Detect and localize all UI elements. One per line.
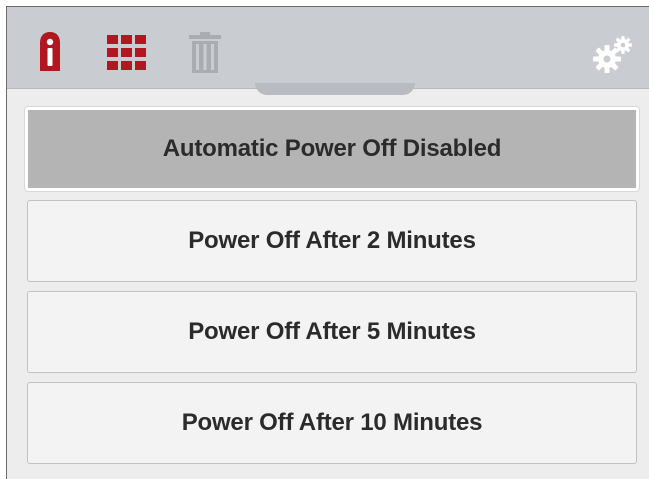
apps-grid-icon[interactable] bbox=[105, 33, 149, 73]
option-label: Power Off After 5 Minutes bbox=[188, 318, 476, 345]
option-power-off-disabled[interactable]: Automatic Power Off Disabled bbox=[25, 107, 639, 191]
option-label: Automatic Power Off Disabled bbox=[162, 135, 502, 162]
toolbar bbox=[7, 7, 649, 89]
option-label: Power Off After 2 Minutes bbox=[188, 227, 476, 254]
power-off-options-list: Automatic Power Off Disabled Power Off A… bbox=[25, 107, 639, 473]
option-label: Power Off After 10 Minutes bbox=[181, 409, 483, 436]
trash-icon[interactable] bbox=[183, 31, 227, 75]
info-icon[interactable] bbox=[37, 31, 63, 73]
option-power-off-10-minutes[interactable]: Power Off After 10 Minutes bbox=[27, 382, 637, 464]
toolbar-pull-tab[interactable] bbox=[255, 83, 415, 95]
option-power-off-5-minutes[interactable]: Power Off After 5 Minutes bbox=[27, 291, 637, 373]
app-window: Automatic Power Off Disabled Power Off A… bbox=[6, 6, 649, 479]
settings-gears-icon[interactable] bbox=[591, 35, 635, 75]
option-power-off-2-minutes[interactable]: Power Off After 2 Minutes bbox=[27, 200, 637, 282]
